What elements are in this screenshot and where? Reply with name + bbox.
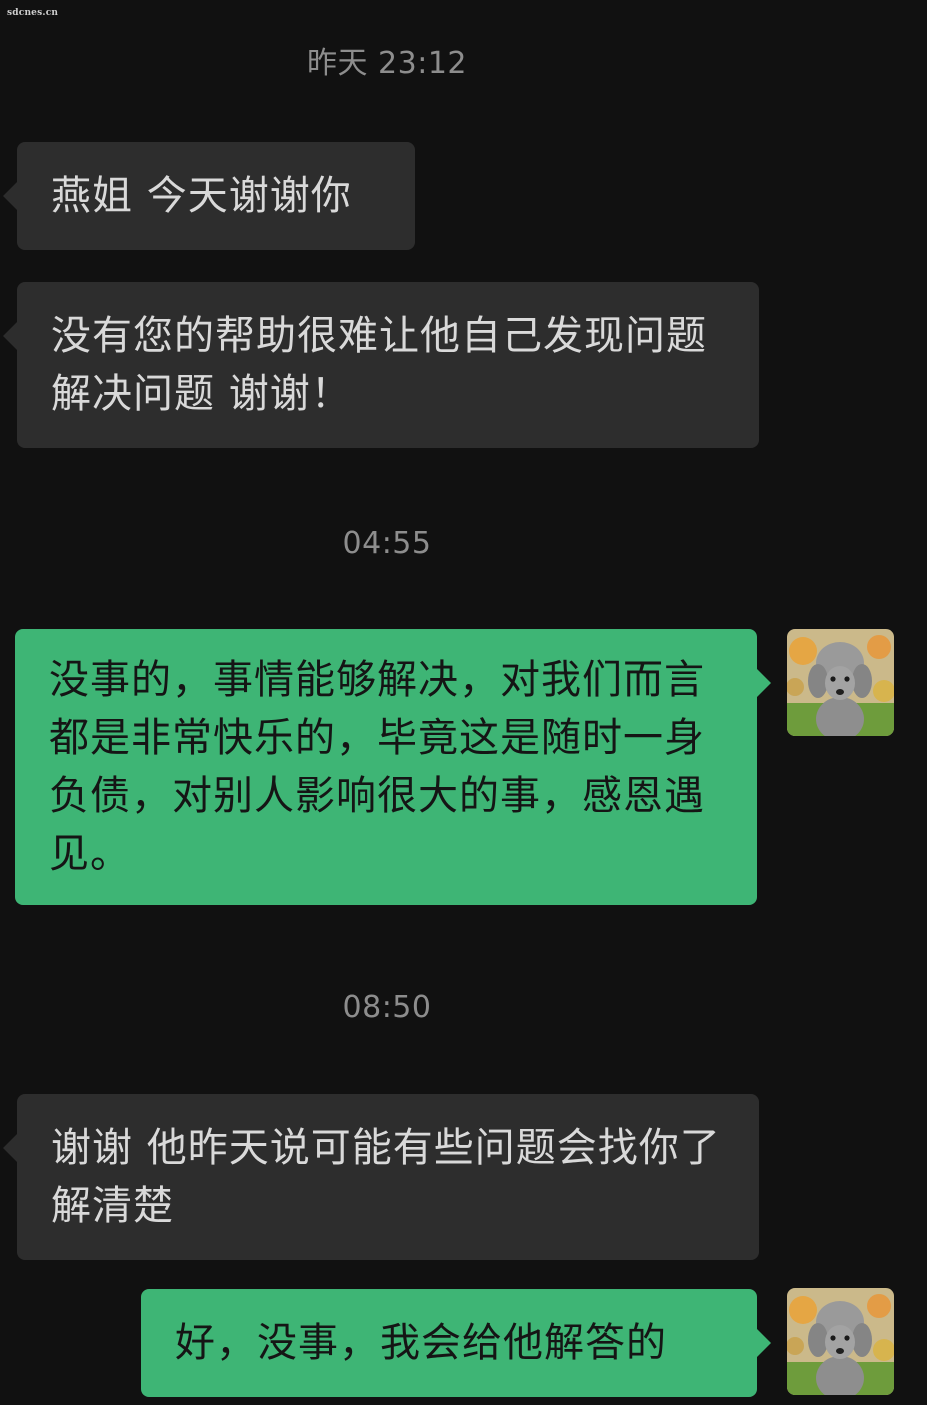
- message-bubble-sent[interactable]: 好，没事，我会给他解答的: [141, 1289, 771, 1397]
- message-bubble-sent[interactable]: 没事的，事情能够解决，对我们而言都是非常快乐的，毕竟这是随时一身负债，对别人影响…: [15, 629, 771, 905]
- message-bubble-received[interactable]: 谢谢 他昨天说可能有些问题会找你了解清楚: [3, 1094, 759, 1260]
- message-bubble-received[interactable]: 没有您的帮助很难让他自己发现问题解决问题 谢谢！: [3, 282, 759, 448]
- poodle-avatar-icon: [787, 1288, 894, 1395]
- user-avatar[interactable]: [787, 629, 894, 736]
- user-avatar[interactable]: [787, 1288, 894, 1395]
- timestamp: 04:55: [342, 526, 432, 561]
- message-bubble-received[interactable]: 燕姐 今天谢谢你: [3, 142, 415, 250]
- timestamp: 08:50: [342, 990, 432, 1025]
- timestamp: 昨天 23:12: [307, 46, 467, 81]
- poodle-avatar-icon: [787, 629, 894, 736]
- watermark: sdcnes.cn: [7, 8, 59, 18]
